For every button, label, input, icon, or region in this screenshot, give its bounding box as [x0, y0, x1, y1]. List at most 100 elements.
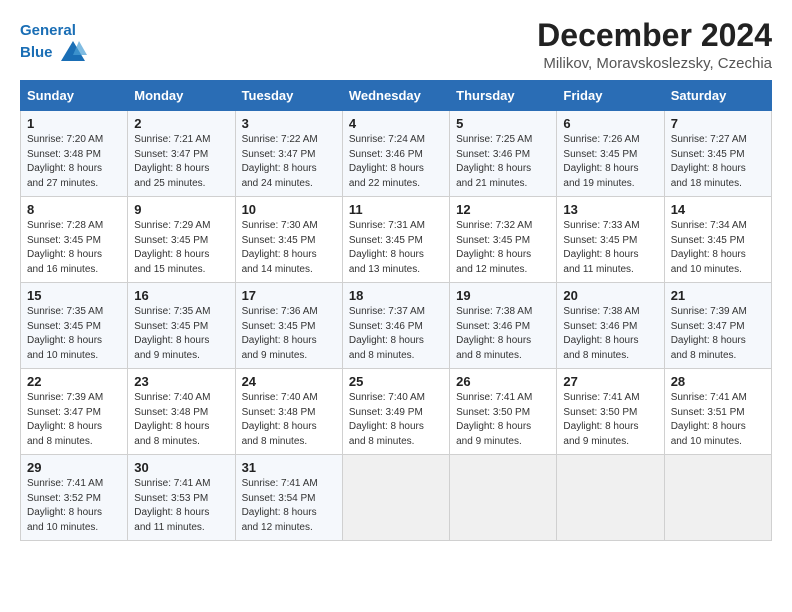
day-info: Sunrise: 7:39 AMSunset: 3:47 PMDaylight:…: [671, 305, 765, 363]
day-number: 3: [242, 116, 336, 131]
day-number: 24: [242, 374, 336, 389]
day-number: 5: [456, 116, 550, 131]
day-cell: 20 Sunrise: 7:38 AMSunset: 3:46 PMDayligh…: [557, 283, 664, 369]
day-info: Sunrise: 7:35 AMSunset: 3:45 PMDaylight:…: [134, 305, 228, 363]
day-cell: 2 Sunrise: 7:21 AMSunset: 3:47 PMDaylight…: [128, 111, 235, 197]
day-info: Sunrise: 7:40 AMSunset: 3:48 PMDaylight:…: [242, 391, 336, 449]
week-row-3: 15 Sunrise: 7:35 AMSunset: 3:45 PMDayligh…: [21, 283, 772, 369]
weekday-header-row: SundayMondayTuesdayWednesdayThursdayFrid…: [21, 81, 772, 111]
day-cell: 25Sunrise: 7:40 AMSunset: 3:49 PMDayligh…: [342, 369, 449, 455]
day-info: Sunrise: 7:29 AMSunset: 3:45 PMDaylight:…: [134, 219, 228, 277]
day-cell: 5Sunrise: 7:25 AMSunset: 3:46 PMDaylight…: [450, 111, 557, 197]
day-info: Sunrise: 7:26 AMSunset: 3:45 PMDaylight:…: [563, 133, 657, 191]
day-info: Sunrise: 7:37 AMSunset: 3:46 PMDaylight:…: [349, 305, 443, 363]
day-cell: 19 Sunrise: 7:38 AMSunset: 3:46 PMDayligh…: [450, 283, 557, 369]
day-cell: [557, 455, 664, 541]
day-number: 31: [242, 460, 336, 475]
day-number: 14: [671, 202, 765, 217]
logo-icon: [59, 39, 87, 67]
day-info: Sunrise: 7:40 AMSunset: 3:48 PMDaylight:…: [134, 391, 228, 449]
day-cell: 18 Sunrise: 7:37 AMSunset: 3:46 PMDayligh…: [342, 283, 449, 369]
day-cell: 22 Sunrise: 7:39 AMSunset: 3:47 PMDayligh…: [21, 369, 128, 455]
day-number: 20: [563, 288, 657, 303]
day-cell: 12 Sunrise: 7:32 AMSunset: 3:45 PMDayligh…: [450, 197, 557, 283]
day-info: Sunrise: 7:38 AMSunset: 3:46 PMDaylight:…: [563, 305, 657, 363]
weekday-header-wednesday: Wednesday: [342, 81, 449, 111]
day-info: Sunrise: 7:36 AMSunset: 3:45 PMDaylight:…: [242, 305, 336, 363]
day-info: Sunrise: 7:41 AMSunset: 3:54 PMDaylight:…: [242, 477, 336, 535]
day-cell: 14 Sunrise: 7:34 AMSunset: 3:45 PMDayligh…: [664, 197, 771, 283]
day-number: 12: [456, 202, 550, 217]
day-cell: 9 Sunrise: 7:29 AMSunset: 3:45 PMDaylight…: [128, 197, 235, 283]
day-cell: 10Sunrise: 7:30 AMSunset: 3:45 PMDayligh…: [235, 197, 342, 283]
day-number: 8: [27, 202, 121, 217]
day-info: Sunrise: 7:28 AMSunset: 3:45 PMDaylight:…: [27, 219, 121, 277]
day-cell: 31 Sunrise: 7:41 AMSunset: 3:54 PMDayligh…: [235, 455, 342, 541]
day-number: 18: [349, 288, 443, 303]
day-info: Sunrise: 7:21 AMSunset: 3:47 PMDaylight:…: [134, 133, 228, 191]
day-info: Sunrise: 7:20 AMSunset: 3:48 PMDaylight:…: [27, 133, 121, 191]
day-cell: 24 Sunrise: 7:40 AMSunset: 3:48 PMDayligh…: [235, 369, 342, 455]
day-info: Sunrise: 7:39 AMSunset: 3:47 PMDaylight:…: [27, 391, 121, 449]
day-info: Sunrise: 7:32 AMSunset: 3:45 PMDaylight:…: [456, 219, 550, 277]
day-cell: 11Sunrise: 7:31 AMSunset: 3:45 PMDayligh…: [342, 197, 449, 283]
day-info: Sunrise: 7:41 AMSunset: 3:53 PMDaylight:…: [134, 477, 228, 535]
day-cell: [664, 455, 771, 541]
logo-line1: General: [20, 22, 87, 39]
header: General Blue December 2024 Milikov, Mora…: [20, 18, 772, 72]
day-number: 13: [563, 202, 657, 217]
logo-line2: Blue: [20, 39, 87, 67]
day-cell: [342, 455, 449, 541]
weekday-header-saturday: Saturday: [664, 81, 771, 111]
day-info: Sunrise: 7:41 AMSunset: 3:51 PMDaylight:…: [671, 391, 765, 449]
day-number: 22: [27, 374, 121, 389]
day-number: 27: [563, 374, 657, 389]
day-cell: 28 Sunrise: 7:41 AMSunset: 3:51 PMDayligh…: [664, 369, 771, 455]
day-number: 19: [456, 288, 550, 303]
calendar-title: December 2024: [537, 18, 772, 53]
logo: General Blue: [20, 22, 87, 67]
title-block: December 2024 Milikov, Moravskoslezsky, …: [537, 18, 772, 72]
day-number: 15: [27, 288, 121, 303]
weekday-header-friday: Friday: [557, 81, 664, 111]
day-cell: 1 Sunrise: 7:20 AMSunset: 3:48 PMDaylight…: [21, 111, 128, 197]
day-info: Sunrise: 7:35 AMSunset: 3:45 PMDaylight:…: [27, 305, 121, 363]
calendar-subtitle: Milikov, Moravskoslezsky, Czechia: [537, 55, 772, 72]
day-number: 17: [242, 288, 336, 303]
day-info: Sunrise: 7:38 AMSunset: 3:46 PMDaylight:…: [456, 305, 550, 363]
day-number: 7: [671, 116, 765, 131]
day-info: Sunrise: 7:24 AMSunset: 3:46 PMDaylight:…: [349, 133, 443, 191]
day-cell: 17 Sunrise: 7:36 AMSunset: 3:45 PMDayligh…: [235, 283, 342, 369]
week-row-2: 8 Sunrise: 7:28 AMSunset: 3:45 PMDaylight…: [21, 197, 772, 283]
day-number: 2: [134, 116, 228, 131]
weekday-header-tuesday: Tuesday: [235, 81, 342, 111]
weekday-header-monday: Monday: [128, 81, 235, 111]
day-info: Sunrise: 7:30 AMSunset: 3:45 PMDaylight:…: [242, 219, 336, 277]
day-number: 23: [134, 374, 228, 389]
day-cell: 15 Sunrise: 7:35 AMSunset: 3:45 PMDayligh…: [21, 283, 128, 369]
day-number: 9: [134, 202, 228, 217]
day-cell: 7Sunrise: 7:27 AMSunset: 3:45 PMDaylight…: [664, 111, 771, 197]
day-cell: 23 Sunrise: 7:40 AMSunset: 3:48 PMDayligh…: [128, 369, 235, 455]
day-number: 29: [27, 460, 121, 475]
day-number: 21: [671, 288, 765, 303]
calendar-table: SundayMondayTuesdayWednesdayThursdayFrid…: [20, 80, 772, 541]
day-info: Sunrise: 7:40 AMSunset: 3:49 PMDaylight:…: [349, 391, 443, 449]
day-number: 4: [349, 116, 443, 131]
day-number: 28: [671, 374, 765, 389]
day-cell: 16 Sunrise: 7:35 AMSunset: 3:45 PMDayligh…: [128, 283, 235, 369]
day-cell: 6Sunrise: 7:26 AMSunset: 3:45 PMDaylight…: [557, 111, 664, 197]
day-cell: 29 Sunrise: 7:41 AMSunset: 3:52 PMDayligh…: [21, 455, 128, 541]
day-cell: 21 Sunrise: 7:39 AMSunset: 3:47 PMDayligh…: [664, 283, 771, 369]
day-number: 16: [134, 288, 228, 303]
day-cell: 8 Sunrise: 7:28 AMSunset: 3:45 PMDaylight…: [21, 197, 128, 283]
day-info: Sunrise: 7:41 AMSunset: 3:52 PMDaylight:…: [27, 477, 121, 535]
day-info: Sunrise: 7:41 AMSunset: 3:50 PMDaylight:…: [456, 391, 550, 449]
day-number: 11: [349, 202, 443, 217]
day-info: Sunrise: 7:34 AMSunset: 3:45 PMDaylight:…: [671, 219, 765, 277]
day-number: 1: [27, 116, 121, 131]
week-row-5: 29 Sunrise: 7:41 AMSunset: 3:52 PMDayligh…: [21, 455, 772, 541]
day-info: Sunrise: 7:41 AMSunset: 3:50 PMDaylight:…: [563, 391, 657, 449]
day-cell: 4 Sunrise: 7:24 AMSunset: 3:46 PMDaylight…: [342, 111, 449, 197]
day-cell: 26Sunrise: 7:41 AMSunset: 3:50 PMDayligh…: [450, 369, 557, 455]
